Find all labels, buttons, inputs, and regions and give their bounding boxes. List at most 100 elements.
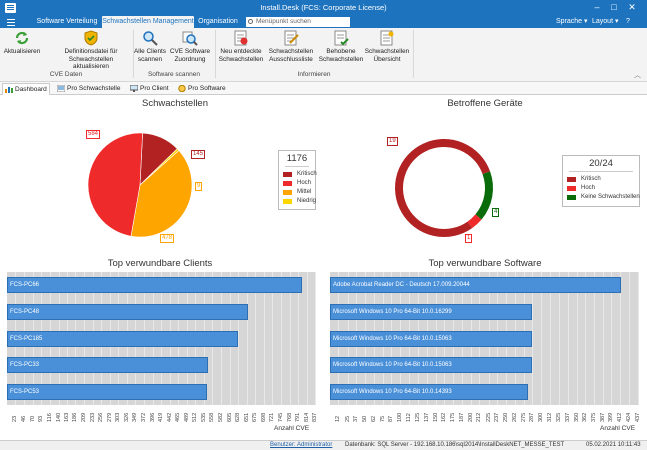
legend-label: Hoch [297, 180, 312, 186]
aktualisieren-button[interactable]: Aktualisieren [2, 30, 42, 56]
status-bar: Benutzer: Administrator Datenbank: SQL S… [0, 440, 647, 450]
schwachstellen-ausschlussliste-button[interactable]: Schwachstellen Ausschlussliste [266, 30, 316, 63]
maximize-button[interactable]: □ [606, 2, 622, 12]
bar[interactable]: Microsoft Windows 10 Pro 64-Bit 10.0.162… [330, 303, 532, 320]
schwachstellen-uebersicht-button[interactable]: Schwachstellen Übersicht [364, 30, 410, 63]
alle-clients-scannen-button[interactable]: Alle Clients scannen [133, 30, 167, 63]
x-tick-label: 721 [269, 412, 276, 422]
bar[interactable]: FCS-PC66 [7, 277, 303, 294]
donut-segment-hoch [467, 214, 482, 229]
x-tick-label: 75 [379, 415, 386, 422]
title-bar: Install.Desk (FCS: Corporate License) – … [0, 0, 647, 16]
help-icon[interactable]: ? [626, 16, 630, 28]
x-tick-label: 279 [106, 412, 113, 422]
x-tick-label: 362 [582, 412, 589, 422]
x-tick-label: 275 [520, 412, 527, 422]
btn-label: scannen [137, 55, 163, 63]
document-tabs: Dashboard Pro Schwachstelle Pro Client P… [0, 82, 647, 95]
tab-pro-client[interactable]: Pro Client [128, 83, 173, 95]
x-tick-label: 140 [55, 412, 62, 422]
tab-pro-schwachstelle[interactable]: Pro Schwachstelle [55, 83, 125, 95]
x-tick-label: 768 [286, 412, 293, 422]
bar[interactable]: Microsoft Windows 10 Pro 64-Bit 10.0.150… [330, 357, 532, 374]
software-x-axis-title: Anzahl CVE [600, 425, 636, 432]
x-tick-label: 489 [183, 412, 190, 422]
x-tick-label: 558 [209, 412, 216, 422]
x-tick-label: 93 [38, 415, 45, 422]
x-tick-label: 162 [441, 412, 448, 422]
x-tick-label: 419 [158, 412, 165, 422]
btn-label: CVE Software [169, 48, 211, 55]
pie-label-kritisch: 145 [191, 150, 206, 159]
pie-chart [87, 132, 193, 238]
layout-menu[interactable]: Layout ▾ [592, 16, 619, 28]
bar[interactable]: Microsoft Windows 10 Pro 64-Bit 10.0.150… [330, 330, 532, 347]
bar[interactable]: FCS-PC33 [7, 357, 209, 374]
legend-swatch [567, 195, 576, 200]
definitionsdatei-button[interactable]: Definitionsdatei für Schwachstellen aktu… [52, 30, 130, 71]
x-tick-label: 325 [556, 412, 563, 422]
sprache-menu[interactable]: Sprache ▾ [556, 16, 588, 28]
gridline [628, 272, 630, 405]
x-tick-label: 651 [243, 412, 250, 422]
file-menu-icon[interactable] [4, 17, 18, 27]
donut-legend: 20/24 Kritisch Hoch Keine Schwachstellen [562, 155, 640, 207]
x-tick-label: 209 [80, 412, 87, 422]
cve-software-zuordnung-button[interactable]: CVE Software Zuordnung [168, 30, 212, 63]
tab-dashboard[interactable]: Dashboard [2, 83, 50, 95]
legend-label: Niedrig [297, 198, 317, 204]
btn-label: Ausschlussliste [269, 55, 313, 63]
behobene-schwachstellen-button[interactable]: Behobene Schwachstellen [318, 30, 364, 63]
minimize-button[interactable]: – [589, 2, 605, 12]
legend-swatch [283, 172, 292, 177]
x-tick-label: 23 [12, 415, 19, 422]
legend-swatch [567, 177, 576, 182]
legend-label: Kritisch [581, 176, 601, 182]
tab-schwachstellen-management[interactable]: Schwachstellen Management [102, 16, 194, 28]
report-overview-icon [379, 30, 395, 46]
legend-swatch [567, 186, 576, 191]
pie-legend: 1176 Kritisch Hoch Mittel Niedrig [278, 150, 317, 210]
x-tick-label: 212 [476, 412, 483, 422]
x-tick-label: 437 [635, 412, 641, 422]
tab-software-verteilung[interactable]: Software Verteilung [32, 16, 102, 28]
pie-chart-title: Schwachstellen [141, 98, 208, 109]
x-tick-label: 745 [278, 412, 285, 422]
report-fixed-icon [333, 30, 349, 46]
bar[interactable]: FCS-PC53 [7, 383, 207, 400]
btn-label: Schwachstellen aktualisieren [68, 55, 114, 71]
clients-x-axis-title: Anzahl CVE [274, 425, 310, 432]
x-tick-label: 70 [29, 415, 36, 422]
legend-item: Keine Schwachstellen [563, 193, 640, 202]
legend-label: Kritisch [297, 171, 317, 177]
btn-label: Aktualisieren [3, 48, 41, 55]
bar[interactable]: Microsoft Windows 10 Pro 64-Bit 10.0.143… [330, 383, 529, 400]
close-button[interactable]: ✕ [624, 2, 640, 13]
gridline [315, 272, 316, 405]
btn-label: Schwachstellen [268, 48, 314, 55]
bar[interactable]: FCS-PC48 [7, 303, 249, 320]
pie-label-hoch: 584 [86, 130, 101, 139]
tab-label: Pro Schwachstelle [67, 85, 121, 92]
x-tick-label: 628 [235, 412, 242, 422]
collapse-ribbon-icon[interactable]: ︿ [634, 70, 641, 80]
x-tick-label: 535 [200, 412, 207, 422]
list-icon [56, 84, 66, 93]
bar[interactable]: FCS-PC185 [7, 330, 239, 347]
x-tick-label: 582 [218, 412, 225, 422]
magnifier-icon [142, 30, 158, 46]
tab-pro-software[interactable]: Pro Software [176, 83, 228, 95]
btn-label: Definitionsdatei für [64, 48, 118, 55]
menu-search-input[interactable]: Menüpunkt suchen [246, 17, 350, 27]
status-user-link[interactable]: Benutzer: Administrator [270, 441, 332, 450]
btn-label: Schwachstellen [364, 48, 410, 55]
donut-segment-keine-schwachstellen [475, 171, 493, 220]
x-tick-label: 698 [260, 412, 267, 422]
clients-chart-title: Top verwundbare Clients [107, 258, 213, 269]
legend-item: Hoch [279, 179, 315, 188]
bar[interactable]: Adobe Acrobat Reader DC - Deutsch 17.009… [330, 277, 622, 294]
tab-organisation[interactable]: Organisation [194, 16, 242, 28]
neu-entdeckte-schwachstellen-button[interactable]: Neu entdeckte Schwachstellen [216, 30, 266, 63]
x-tick-label: 814 [303, 412, 310, 422]
pie-label-mittel: 478 [160, 234, 175, 243]
